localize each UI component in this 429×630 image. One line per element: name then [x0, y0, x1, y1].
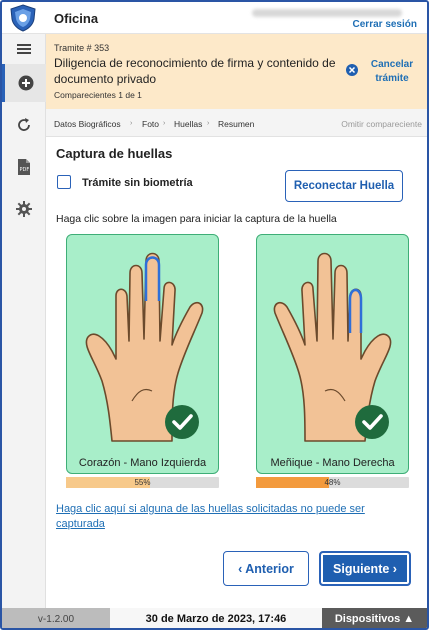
next-button[interactable]: Siguiente ›: [319, 551, 411, 586]
procedure-banner: Tramite # 353 Diligencia de reconocimien…: [46, 34, 427, 109]
new-procedure-button[interactable]: [2, 64, 46, 102]
documents-button[interactable]: PDF: [2, 152, 46, 182]
reconnect-fingerprint-button[interactable]: Reconectar Huella: [285, 170, 403, 202]
capture-instruction: Haga clic sobre la imagen para iniciar l…: [56, 213, 337, 225]
previous-button[interactable]: ‹ Anterior: [223, 551, 309, 586]
right-hand-capture-card[interactable]: Meñique - Mano Derecha: [256, 234, 409, 474]
devices-menu-button[interactable]: Dispositivos ▲: [322, 608, 427, 628]
refresh-button[interactable]: [2, 110, 46, 140]
refresh-icon: [18, 118, 30, 131]
no-biometric-label: Trámite sin biometría: [82, 177, 193, 189]
sidebar: PDF: [2, 34, 46, 608]
left-quality-value: 55%: [134, 478, 151, 487]
step-separator-icon: ›: [163, 120, 166, 127]
step-photo[interactable]: Foto: [142, 119, 159, 129]
left-hand-finger-label: Corazón - Mano Izquierda: [78, 457, 207, 469]
gear-icon: [16, 201, 32, 217]
step-summary[interactable]: Resumen: [218, 119, 254, 129]
close-circle-icon: [346, 64, 358, 76]
step-separator-icon: ›: [130, 120, 133, 127]
pdf-file-icon: PDF: [18, 159, 30, 175]
add-circle-icon: [18, 75, 33, 91]
menu-icon: [17, 44, 31, 54]
right-quality-value: 48%: [324, 478, 341, 487]
menu-button[interactable]: [2, 34, 46, 64]
left-quality-bar: 55%: [66, 477, 219, 488]
top-bar: Oficina Cerrar sesión: [2, 2, 427, 34]
app-window: Oficina Cerrar sesión PDF Tramite # 353 …: [0, 0, 429, 630]
step-biographic-data[interactable]: Datos Biográficos: [54, 119, 121, 129]
shield-logo-icon: [10, 4, 36, 32]
logout-link[interactable]: Cerrar sesión: [353, 19, 417, 30]
current-datetime: 30 de Marzo de 2023, 17:46: [110, 608, 322, 628]
procedure-number: Tramite # 353: [54, 43, 110, 53]
check-circle-icon: [355, 405, 389, 439]
cancel-procedure-button[interactable]: Cancelar trámite: [346, 56, 426, 90]
app-title: Oficina: [54, 11, 99, 26]
status-footer: v-1.2.00 30 de Marzo de 2023, 17:46 Disp…: [2, 608, 427, 628]
right-quality-bar: 48%: [256, 477, 409, 488]
fingerprint-exception-link[interactable]: Haga clic aquí si alguna de las huellas …: [56, 502, 406, 532]
cancel-label-line2: trámite: [375, 73, 409, 84]
cancel-label-line1: Cancelar: [370, 59, 414, 70]
app-version: v-1.2.00: [2, 608, 110, 628]
skip-appearer-link[interactable]: Omitir compareciente: [341, 119, 422, 129]
appearers-count: Comparecientes 1 de 1: [54, 90, 142, 100]
step-separator-icon: ›: [207, 120, 210, 127]
no-biometric-checkbox[interactable]: [57, 175, 71, 189]
cancel-procedure-label: Cancelar trámite: [362, 58, 422, 86]
check-circle-icon: [165, 405, 199, 439]
settings-button[interactable]: [2, 194, 46, 224]
left-hand-capture-card[interactable]: Corazón - Mano Izquierda: [66, 234, 219, 474]
step-fingerprints[interactable]: Huellas: [174, 119, 202, 129]
steps-breadcrumb: Datos Biográficos › Foto › Huellas › Res…: [46, 109, 427, 137]
user-name-redacted: [252, 9, 402, 17]
right-hand-finger-label: Meñique - Mano Derecha: [270, 457, 395, 469]
svg-text:PDF: PDF: [20, 167, 30, 173]
section-title: Captura de huellas: [56, 146, 173, 161]
procedure-title: Diligencia de reconocimiento de firma y …: [54, 56, 336, 86]
